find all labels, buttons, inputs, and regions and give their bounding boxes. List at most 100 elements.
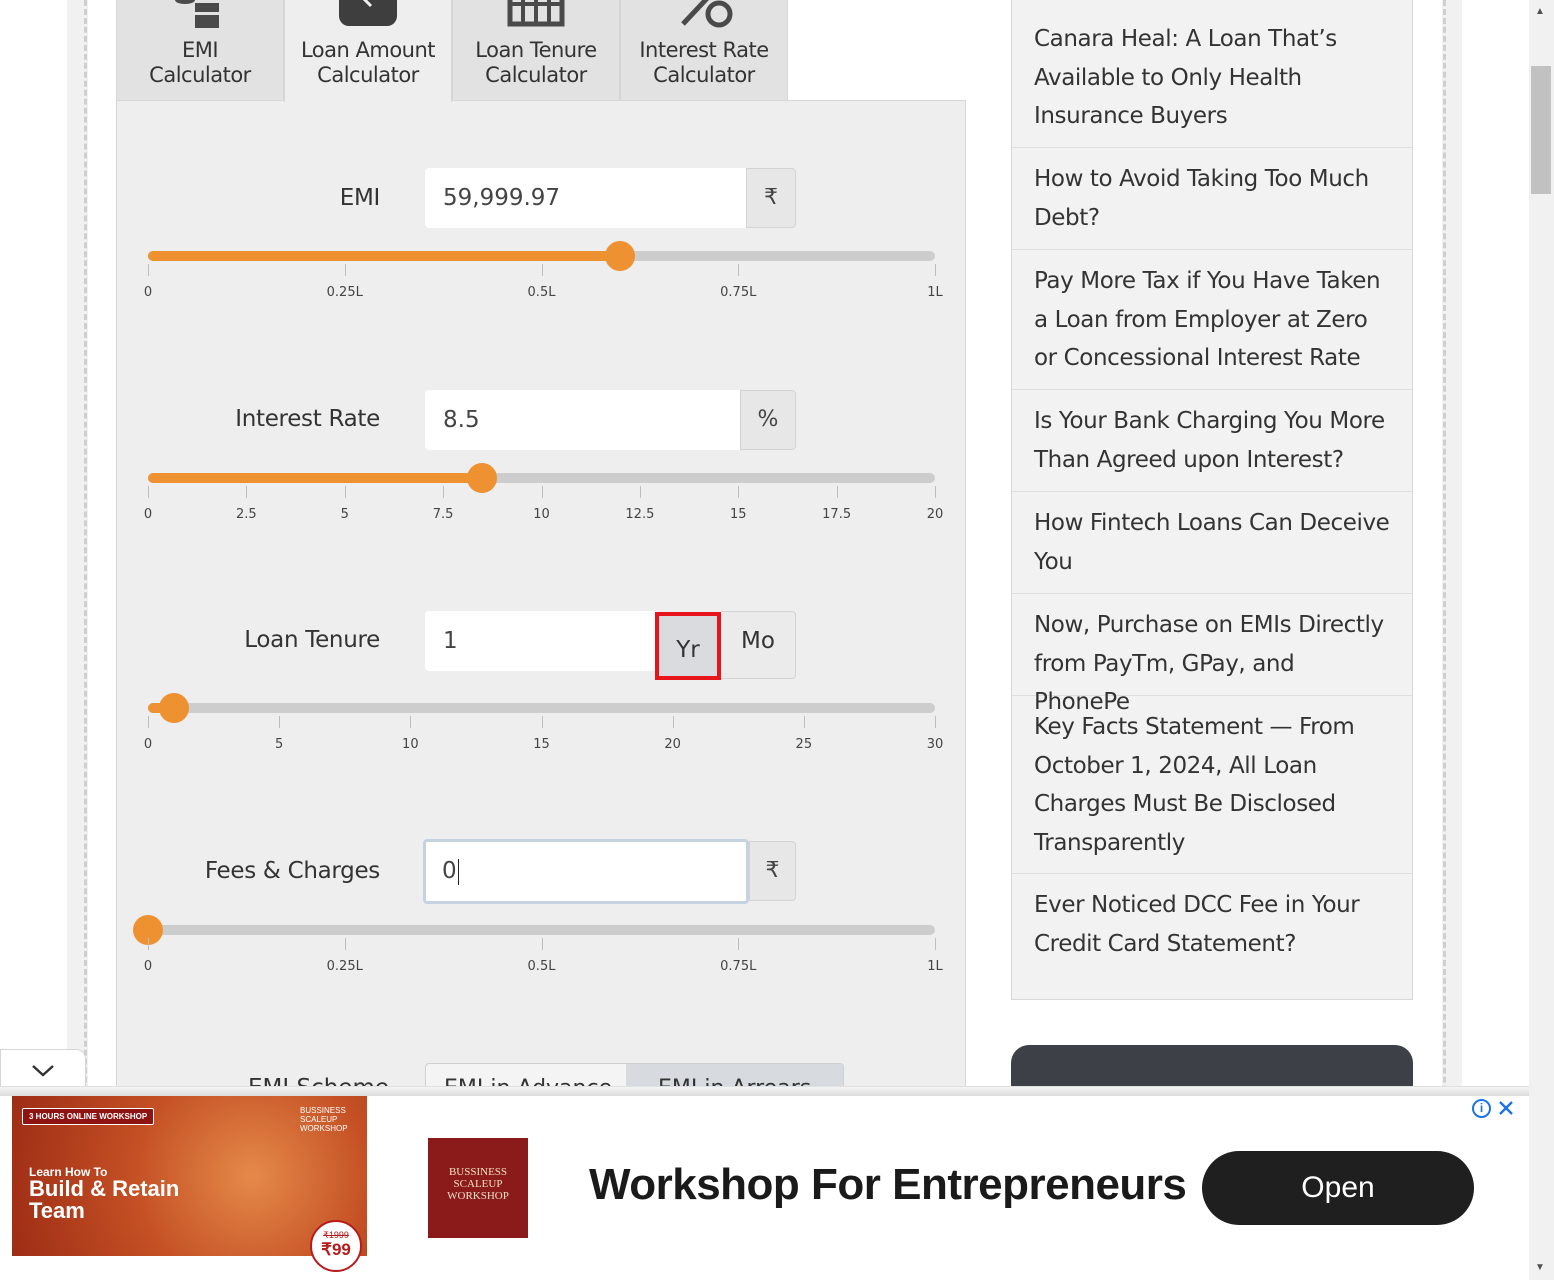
- ad-image[interactable]: 3 HOURS ONLINE WORKSHOP BUSSINESS SCALEU…: [12, 1096, 367, 1280]
- slider-tick-label: 10: [533, 507, 550, 522]
- slider-tick-label: 5: [340, 507, 349, 522]
- tenure-years-button[interactable]: Yr: [655, 612, 721, 680]
- fees-charges-input[interactable]: 0: [423, 839, 749, 904]
- page: EMI Calculator Loan Amount Calculator Lo…: [0, 0, 1554, 1280]
- loan-tenure-label: Loan Tenure: [244, 627, 380, 653]
- sidebar-article-link[interactable]: Is Your Bank Charging You More Than Agre…: [1012, 402, 1412, 492]
- slider-tick: [148, 716, 149, 728]
- ad-divider: [0, 1086, 1529, 1096]
- slider-tick-label: 17.5: [822, 507, 852, 522]
- slider-tick: [148, 264, 149, 276]
- tab-loan-amount-calculator[interactable]: Loan Amount Calculator: [284, 0, 452, 102]
- slider-tick: [935, 938, 936, 950]
- percent-icon: [681, 0, 733, 28]
- price-badge: ₹1999 ₹99: [310, 1220, 362, 1272]
- interest-slider-fill: [148, 473, 483, 483]
- interest-rate-input[interactable]: 8.5: [425, 390, 741, 450]
- calendar-icon: [507, 0, 565, 27]
- slider-tick: [148, 486, 149, 498]
- interest-percent-addon: %: [740, 390, 796, 450]
- sidebar-article-link[interactable]: How Fintech Loans Can Deceive You: [1012, 504, 1412, 594]
- tab-label: Loan Tenure Calculator: [475, 38, 597, 87]
- slider-tick: [246, 486, 248, 498]
- tab-loan-tenure-calculator[interactable]: Loan Tenure Calculator: [452, 0, 620, 101]
- sidebar-article-link[interactable]: How to Avoid Taking Too Much Debt?: [1012, 160, 1412, 250]
- slider-tick-label: 0: [143, 959, 153, 974]
- slider-tick-label: 30: [926, 737, 944, 752]
- slider-tick: [541, 486, 543, 498]
- emi-label: EMI: [339, 185, 381, 211]
- slider-tick: [935, 264, 936, 276]
- ad-open-button[interactable]: Open: [1202, 1151, 1474, 1225]
- tenure-months-button[interactable]: Mo: [721, 611, 796, 679]
- slider-tick-label: 2.5: [236, 507, 257, 522]
- ad-brand-logo[interactable]: BUSSINESS SCALEUP WORKSHOP: [428, 1138, 528, 1238]
- slider-tick: [344, 486, 346, 498]
- ad-close-icon[interactable]: [1498, 1100, 1514, 1116]
- slider-tick: [738, 264, 740, 276]
- coins-icon: [175, 0, 219, 28]
- sidebar-article-link[interactable]: Ever Noticed DCC Fee in Your Credit Card…: [1012, 886, 1412, 976]
- slider-tick-label: 0: [143, 507, 153, 522]
- tab-label: Interest Rate Calculator: [639, 38, 769, 87]
- slider-tick-label: 20: [926, 507, 944, 522]
- slider-tick: [541, 938, 543, 950]
- slider-tick: [738, 486, 740, 498]
- ad-image-brand: BUSSINESS SCALEUP WORKSHOP: [300, 1106, 348, 1133]
- ad-headline[interactable]: Workshop For Entrepreneurs: [589, 1160, 1187, 1210]
- scroll-down-arrow-icon[interactable]: ▼: [1535, 1262, 1545, 1273]
- tab-interest-rate-calculator[interactable]: Interest Rate Calculator: [620, 0, 788, 101]
- slider-tick: [344, 264, 346, 276]
- slider-tick: [803, 716, 805, 728]
- slider-tick: [935, 486, 936, 498]
- ad-logo-text: BUSSINESS SCALEUP WORKSHOP: [447, 1166, 509, 1202]
- emi-slider-fill: [148, 251, 621, 261]
- slider-tick-label: 5: [275, 737, 284, 752]
- slider-tick: [148, 938, 149, 950]
- new-price: ₹99: [321, 1240, 351, 1259]
- loan-tenure-slider[interactable]: [148, 693, 935, 723]
- fees-charges-slider[interactable]: [133, 915, 935, 945]
- money-icon: [339, 0, 397, 26]
- ad-image-caption-big: Build & Retain Team: [29, 1176, 180, 1223]
- calculator-panel: [116, 100, 966, 1100]
- loan-tenure-input[interactable]: 1: [425, 611, 657, 671]
- slider-tick: [279, 716, 281, 728]
- slider-tick: [672, 716, 674, 728]
- scroll-up-arrow-icon[interactable]: ▲: [1535, 6, 1545, 17]
- slider-tick-label: 15: [533, 737, 550, 752]
- emi-currency-addon: ₹: [746, 168, 796, 228]
- slider-tick: [836, 486, 838, 498]
- ad-banner[interactable]: 3 HOURS ONLINE WORKSHOP BUSSINESS SCALEU…: [0, 1096, 1529, 1280]
- sidebar-article-link[interactable]: Now, Purchase on EMIs Directly from PayT…: [1012, 606, 1412, 715]
- ad-info-icon[interactable]: i: [1472, 1099, 1491, 1118]
- slider-tick-label: 1L: [927, 959, 943, 974]
- sidebar-article-link[interactable]: Canara Heal: A Loan That’s Available to …: [1012, 20, 1412, 148]
- slider-tick-label: 25: [795, 737, 813, 752]
- slider-tick-label: 0: [143, 285, 153, 300]
- emi-slider[interactable]: [148, 241, 935, 271]
- slider-tick-label: 0.25L: [326, 285, 363, 300]
- slider-tick: [541, 716, 543, 728]
- slider-tick: [344, 938, 346, 950]
- tab-emi-calculator[interactable]: EMI Calculator: [116, 0, 284, 101]
- slider-tick-label: 0.5L: [527, 285, 556, 300]
- slider-tick: [443, 486, 445, 498]
- interest-rate-slider[interactable]: [148, 463, 935, 493]
- emi-input[interactable]: 59,999.97: [425, 168, 747, 228]
- sidebar-article-link[interactable]: Pay More Tax if You Have Taken a Loan fr…: [1012, 262, 1412, 390]
- tab-label: EMI Calculator: [149, 38, 251, 87]
- emi-slider-handle[interactable]: [605, 241, 636, 271]
- slider-tick-label: 0: [143, 737, 153, 752]
- fees-charges-value: 0: [442, 858, 457, 884]
- slider-tick: [541, 264, 543, 276]
- sidebar-article-link[interactable]: Key Facts Statement — From October 1, 20…: [1012, 708, 1412, 874]
- ad-collapse-button[interactable]: [0, 1049, 86, 1091]
- slider-tick-label: 7.5: [432, 507, 454, 522]
- fees-currency-addon: ₹: [749, 841, 796, 901]
- fees-charges-label: Fees & Charges: [204, 858, 380, 884]
- slider-tick-label: 10: [402, 737, 419, 752]
- tab-label: Loan Amount Calculator: [300, 38, 436, 87]
- scrollbar-thumb[interactable]: [1531, 66, 1551, 194]
- slider-tick: [935, 716, 936, 728]
